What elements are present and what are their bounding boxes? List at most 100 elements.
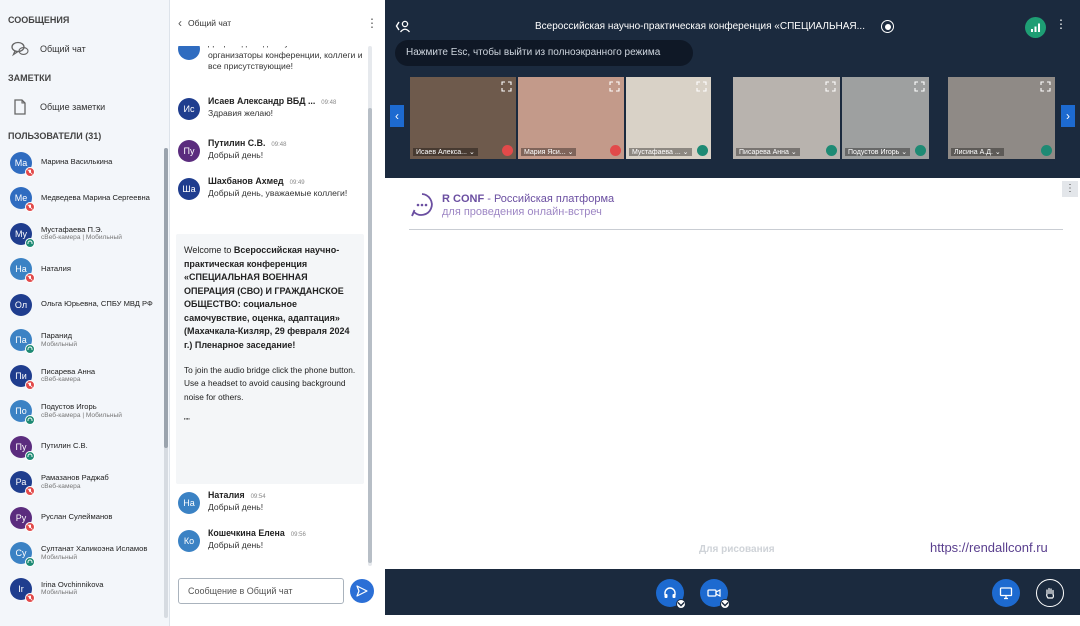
webcam-tile[interactable]: Писарева Анна ⌄ [733,77,840,159]
avatar-initials: Ir [18,583,24,594]
user-name: Рамазанов Раджаб [41,473,109,483]
drawing-label: Для рисования [699,544,775,555]
expand-icon[interactable] [609,81,620,92]
webcam-tile[interactable]: Исаев Алекса... ⌄ [410,77,516,159]
webcam-tile[interactable]: Подустов Игорь ⌄ [842,77,929,159]
user-list-item[interactable]: На Наталия [0,252,169,288]
audio-button[interactable] [656,579,686,609]
message-text: Здравия желаю! [208,108,274,118]
avatar-initials: Пу [15,441,27,452]
user-name: Султанат Халикоэна Исламов [41,544,148,554]
chat-options-icon[interactable]: ⋮ [366,16,378,30]
user-device: Мобильный [41,340,78,348]
webcam-tile[interactable]: Мустафаева ... ⌄ [626,77,711,159]
user-list-item[interactable]: Пи Писарева Анна сВеб-камера [0,358,169,394]
user-list-item[interactable]: Пу Путилин С.В. [0,429,169,465]
user-list-item[interactable]: Су Султанат Халикоэна Исламов Мобильный [0,536,169,572]
camera-button[interactable] [700,579,730,609]
webcam-user-label[interactable]: Исаев Алекса... ⌄ [413,148,478,156]
webcam-user-label[interactable]: Мария Яси... ⌄ [521,148,577,156]
avatar: Ша [178,178,200,200]
expand-icon[interactable] [696,81,707,92]
chat-message-input[interactable]: Сообщение в Общий чат [178,578,344,604]
headphones-icon [25,415,35,426]
brand-tagline: - Российская платформа [484,193,615,205]
headphones-icon [697,145,708,156]
chat-message: Добрый день день уважаемые организаторы … [170,46,370,73]
user-list-item[interactable]: Па Паранид Мобильный [0,323,169,359]
welcome-audio-hint: To join the audio bridge click the phone… [184,365,356,402]
user-list-item[interactable]: Ра Рамазанов Раджаб сВеб-камера [0,465,169,501]
welcome-quotes: "" [184,416,190,426]
user-list-item[interactable]: Ме Медведева Марина Сергеевна [0,181,169,217]
webcam-user-label[interactable]: Лисина А.Д. ⌄ [951,148,1004,156]
message-text: Добрый день! [208,502,264,512]
presentation-options-icon[interactable]: ⋮ [1062,181,1078,197]
avatar: Су [10,542,35,568]
user-list-item[interactable]: Ir Irina Ovchinnikova Мобильный [0,571,169,607]
user-list-item[interactable]: По Подустов Игорь сВеб-камера | Мобильны… [0,394,169,430]
meeting-title: Всероссийская научно-практическая конфер… [535,21,865,32]
message-time: 09:56 [290,532,306,538]
user-info: Рамазанов Раджаб сВеб-камера [41,473,109,490]
chat-scrollbar[interactable] [368,46,372,566]
user-device: сВеб-камера [41,376,81,384]
avatar: Пи [10,364,35,390]
user-device: сВеб-камера [41,482,81,490]
expand-icon[interactable] [825,81,836,92]
user-info: Султанат Халикоэна Исламов Мобильный [41,544,148,561]
webcam-user-label[interactable]: Писарева Анна ⌄ [736,148,800,156]
monitor-icon [999,587,1013,600]
headphones-icon [664,587,676,598]
chat-message: Пу Путилин С.В. 09:48 Добрый день! [170,138,370,162]
screen-share-button[interactable] [992,579,1020,607]
user-info: Медведева Марина Сергеевна [41,193,150,203]
chat-panel: ‹ Общий чат ⋮ Welcome to Всероссийская н… [170,0,385,626]
user-info: Наталия [41,264,71,274]
user-info: Irina Ovchinnikova Мобильный [41,580,103,597]
camera-settings-badge[interactable] [720,599,730,609]
expand-icon[interactable] [501,81,512,92]
user-list-item[interactable]: Ма Марина Василькина [0,145,169,181]
webcam-user-label[interactable]: Мустафаева ... ⌄ [629,148,692,156]
chat-scroll-thumb[interactable] [368,108,372,563]
user-list-item[interactable]: Ру Руслан Сулейманов [0,500,169,536]
brand-name: R CONF [442,193,485,205]
webcam-user-label[interactable]: Подустов Игорь ⌄ [845,148,911,156]
audio-settings-badge[interactable] [676,599,686,609]
user-list-scrollbar[interactable] [164,148,168,618]
expand-icon[interactable] [914,81,925,92]
message-author: Шахбанов Ахмед 09:49 [208,176,368,186]
user-list-scroll-thumb[interactable] [164,148,168,448]
message-author: Путилин С.В. 09:48 [208,138,368,148]
headphones-icon [25,237,35,248]
users-toggle-icon[interactable] [395,18,411,34]
chat-header: ‹ Общий чат ⋮ [170,0,385,46]
public-chat-link[interactable]: Общий чат [0,30,169,68]
meeting-options-icon[interactable]: ⋮ [1055,17,1067,31]
webcam-tile[interactable]: Мария Яси... ⌄ [518,77,624,159]
webcam-tile[interactable]: Лисина А.Д. ⌄ [948,77,1055,159]
avatar-initials: Ис [183,104,195,114]
welcome-conference-name: Всероссийская научно-практическая конфер… [184,245,350,350]
strip-prev-button[interactable]: ‹ [390,105,404,127]
strip-next-button[interactable]: › [1061,105,1075,127]
send-button[interactable] [350,579,374,603]
connection-status-icon[interactable] [1025,17,1046,38]
record-icon[interactable] [881,20,894,33]
muted-mic-icon [25,521,35,532]
raise-hand-button[interactable] [1036,579,1064,607]
avatar-initials: Па [15,335,27,346]
user-name: Путилин С.В. [41,441,88,451]
shared-notes-link[interactable]: Общие заметки [0,88,169,126]
chevron-left-icon[interactable]: ‹ [178,16,182,30]
message-text: Добрый день! [208,540,264,550]
avatar-initials: На [15,264,27,275]
avatar-initials: Ру [15,512,27,523]
user-list-item[interactable]: Ол Ольга Юрьевна, СПБУ МВД РФ [0,287,169,323]
message-author: Наталия 09:54 [208,490,368,500]
expand-icon[interactable] [1040,81,1051,92]
user-device: сВеб-камера | Мобильный [41,411,122,419]
user-name: Марина Василькина [41,157,113,167]
user-list-item[interactable]: Му Мустафаева П.Э. сВеб-камера | Мобильн… [0,216,169,252]
